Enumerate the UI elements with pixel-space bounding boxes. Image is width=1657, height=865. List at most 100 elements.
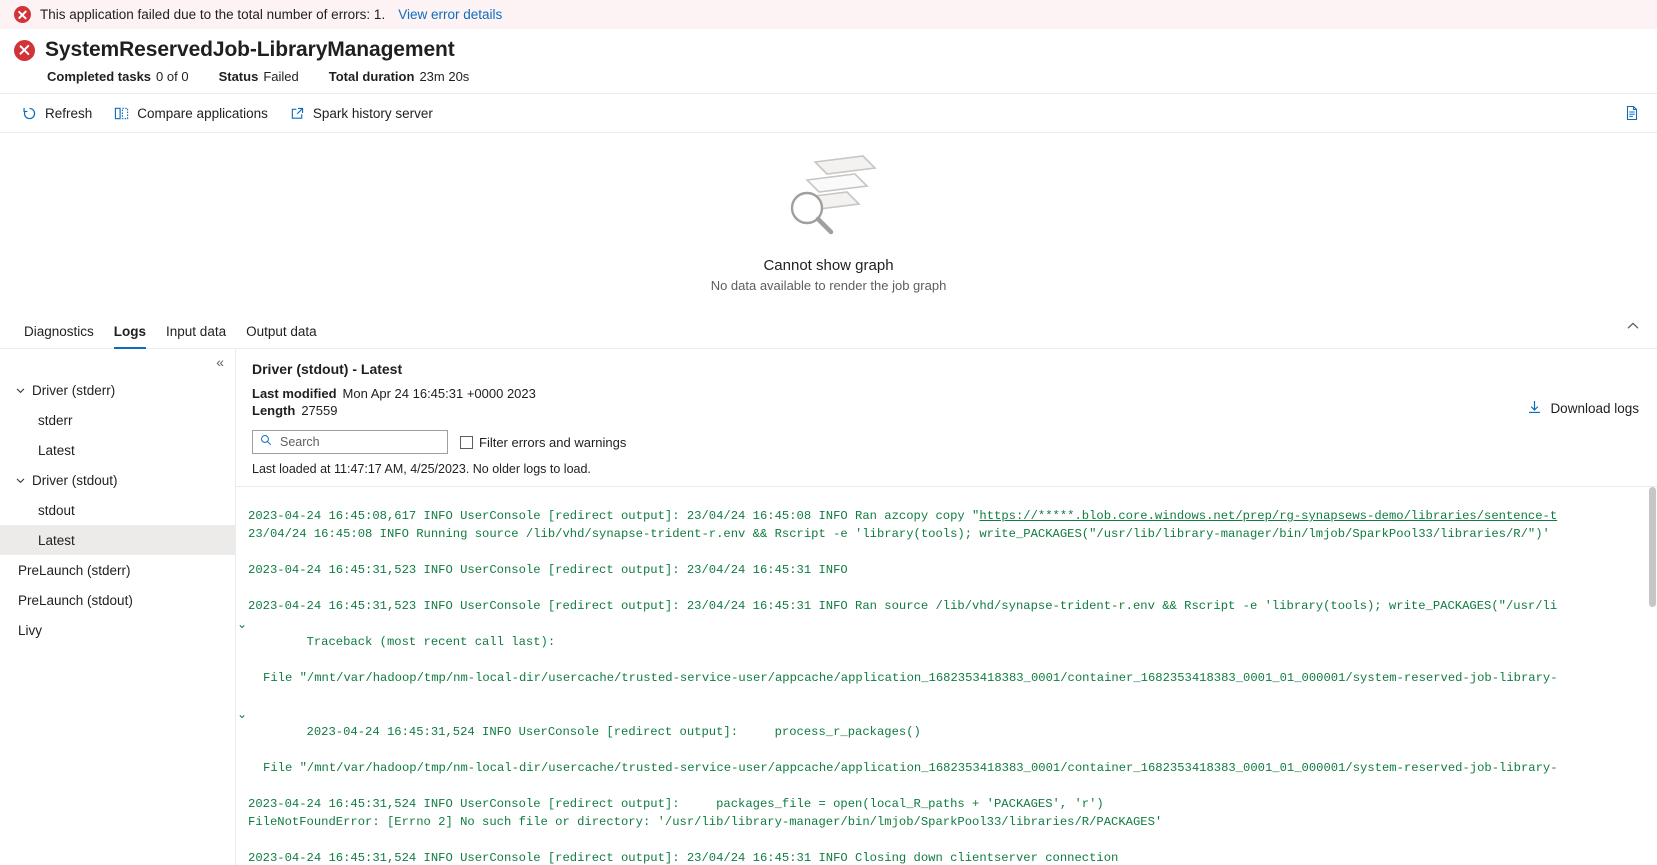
log-last-modified-label: Last modified [252,386,337,401]
tree-item-label: stderr [38,412,73,428]
external-link-icon [290,106,305,121]
tree-item-label: Driver (stderr) [32,382,116,398]
error-banner-message: This application failed due to the total… [40,7,386,22]
meta-value: 0 of 0 [156,69,189,84]
download-logs-button[interactable]: Download logs [1527,399,1639,418]
tab-diagnostics[interactable]: Diagnostics [14,324,104,349]
log-last-modified-value: Mon Apr 24 16:45:31 +0000 2023 [342,386,536,401]
chevron-down-icon[interactable]: ⌄ [237,705,247,723]
log-line-collapsible[interactable]: ⌄ Traceback (most recent call last): [236,615,1657,669]
refresh-icon [22,106,37,121]
job-header: SystemReservedJob-LibraryManagement Comp… [0,29,1657,84]
log-line: 2023-04-24 16:45:31,523 INFO UserConsole… [248,563,848,577]
tree-item-stdout[interactable]: stdout [0,495,235,525]
chevron-up-icon[interactable] [1625,318,1641,339]
job-title-row: SystemReservedJob-LibraryManagement [14,38,1643,62]
meta-completed-tasks: Completed tasks 0 of 0 [47,69,189,84]
tree-item-label: Latest [38,532,75,548]
tree-item-label: PreLaunch (stderr) [18,562,131,578]
meta-label: Total duration [328,69,415,84]
log-last-modified: Last modified Mon Apr 24 16:45:31 +0000 2… [252,386,1641,401]
tree-item-stdout-latest[interactable]: Latest [0,525,235,555]
tree-item-driver-stdout[interactable]: Driver (stdout) [0,465,235,495]
error-icon [14,6,31,23]
tree-item-label: Driver (stdout) [32,472,118,488]
meta-total-duration: Total duration 23m 20s [329,69,470,84]
checkbox-box [460,435,473,449]
log-line-blank [236,687,1657,705]
log-viewer: Driver (stdout) - Latest Last modified Mo… [236,349,1657,865]
log-vertical-scrollbar[interactable] [1647,487,1657,865]
log-content[interactable]: 2023-04-24 16:45:08,617 INFO UserConsole… [236,486,1657,865]
tree-item-prelaunch-stdout[interactable]: PreLaunch (stdout) [0,585,235,615]
tab-bar: Diagnostics Logs Input data Output data [0,311,1657,349]
scrollbar-thumb[interactable] [1649,487,1656,607]
command-bar-right-actions [1617,98,1647,128]
job-status-error-icon [14,39,35,61]
meta-value: Failed [263,69,299,84]
log-length-value: 27559 [301,403,338,418]
chevron-down-icon [12,385,28,396]
tree-item-label: Livy [18,622,43,638]
tree-item-stderr-latest[interactable]: Latest [0,435,235,465]
graph-placeholder: Cannot show graph No data available to r… [0,133,1657,311]
log-length-label: Length [252,403,296,418]
graph-empty-subtitle: No data available to render the job grap… [710,277,947,293]
download-icon [1527,399,1542,418]
tree-item-driver-stderr[interactable]: Driver (stderr) [0,375,235,405]
log-line: FileNotFoundError: [Errno 2] No such fil… [248,815,1163,829]
tab-logs[interactable]: Logs [104,324,156,349]
tree-item-livy[interactable]: Livy [0,615,235,645]
meta-label: Status [218,69,259,84]
log-viewer-header: Driver (stdout) - Latest Last modified Mo… [236,349,1657,476]
log-line: 2023-04-24 16:45:31,524 INFO UserConsole… [248,851,1119,865]
spark-history-server-button[interactable]: Spark history server [280,97,443,129]
log-search-row: Filter errors and warnings [252,430,1641,454]
refresh-label: Refresh [45,105,93,121]
meta-value: 23m 20s [419,69,470,84]
search-input[interactable] [278,434,440,450]
meta-status: Status Failed [219,69,299,84]
tree-item-label: PreLaunch (stdout) [18,592,133,608]
chevron-down-icon [12,475,28,486]
filter-errors-warnings-label: Filter errors and warnings [479,434,627,450]
filter-errors-warnings-checkbox[interactable]: Filter errors and warnings [460,435,626,450]
spark-history-server-label: Spark history server [312,105,433,121]
log-line-link[interactable]: https://*****.blob.core.windows.net/prep… [979,509,1557,523]
log-file-title: Driver (stdout) - Latest [252,361,403,377]
log-line: 2023-04-24 16:45:08,617 INFO UserConsole… [236,507,1657,525]
log-file-tree: « Driver (stderr) stderr Latest Driver (… [0,349,236,865]
tab-output-data[interactable]: Output data [236,324,327,349]
log-line-collapsible[interactable]: ⌄ 2023-04-24 16:45:31,524 INFO UserConsol… [236,705,1657,759]
log-line-text: Traceback (most recent call last): [306,635,556,649]
collapse-left-icon[interactable]: « [213,353,227,371]
log-line-text: 2023-04-24 16:45:31,524 INFO UserConsole… [306,725,921,739]
compare-applications-button[interactable]: Compare applications [104,97,278,129]
compare-applications-label: Compare applications [137,105,268,121]
log-line: 2023-04-24 16:45:31,524 INFO UserConsole… [248,797,1104,811]
log-line: 23/04/24 16:45:08 INFO Running source /l… [248,527,1550,541]
log-line-blank [236,579,1657,597]
compare-icon [114,106,129,121]
chevron-down-icon[interactable]: ⌄ [237,615,247,633]
log-line: 2023-04-24 16:45:31,523 INFO UserConsole… [248,599,1558,613]
empty-graph-illustration [771,152,887,243]
logs-panel: « Driver (stderr) stderr Latest Driver (… [0,349,1657,865]
tab-input-data[interactable]: Input data [156,324,236,349]
log-length: Length 27559 [252,403,1641,418]
search-box[interactable] [252,430,448,454]
tree-item-stderr[interactable]: stderr [0,405,235,435]
error-banner: This application failed due to the total… [0,0,1657,29]
graph-empty-title: Cannot show graph [763,256,894,274]
view-error-details-link[interactable]: View error details [398,7,502,22]
document-icon[interactable] [1617,98,1647,128]
job-meta-row: Completed tasks 0 of 0 Status Failed Total… [14,62,1643,84]
refresh-button[interactable]: Refresh [12,97,102,129]
tree-item-label: Latest [38,442,75,458]
log-line-blank [236,831,1657,849]
log-line: File "/mnt/var/hadoop/tmp/nm-local-dir/u… [263,761,1558,775]
log-line-text: 2023-04-24 16:45:08,617 INFO UserConsole… [248,509,980,523]
tree-item-prelaunch-stderr[interactable]: PreLaunch (stderr) [0,555,235,585]
meta-label: Completed tasks [47,69,152,84]
log-line-blank [236,543,1657,561]
